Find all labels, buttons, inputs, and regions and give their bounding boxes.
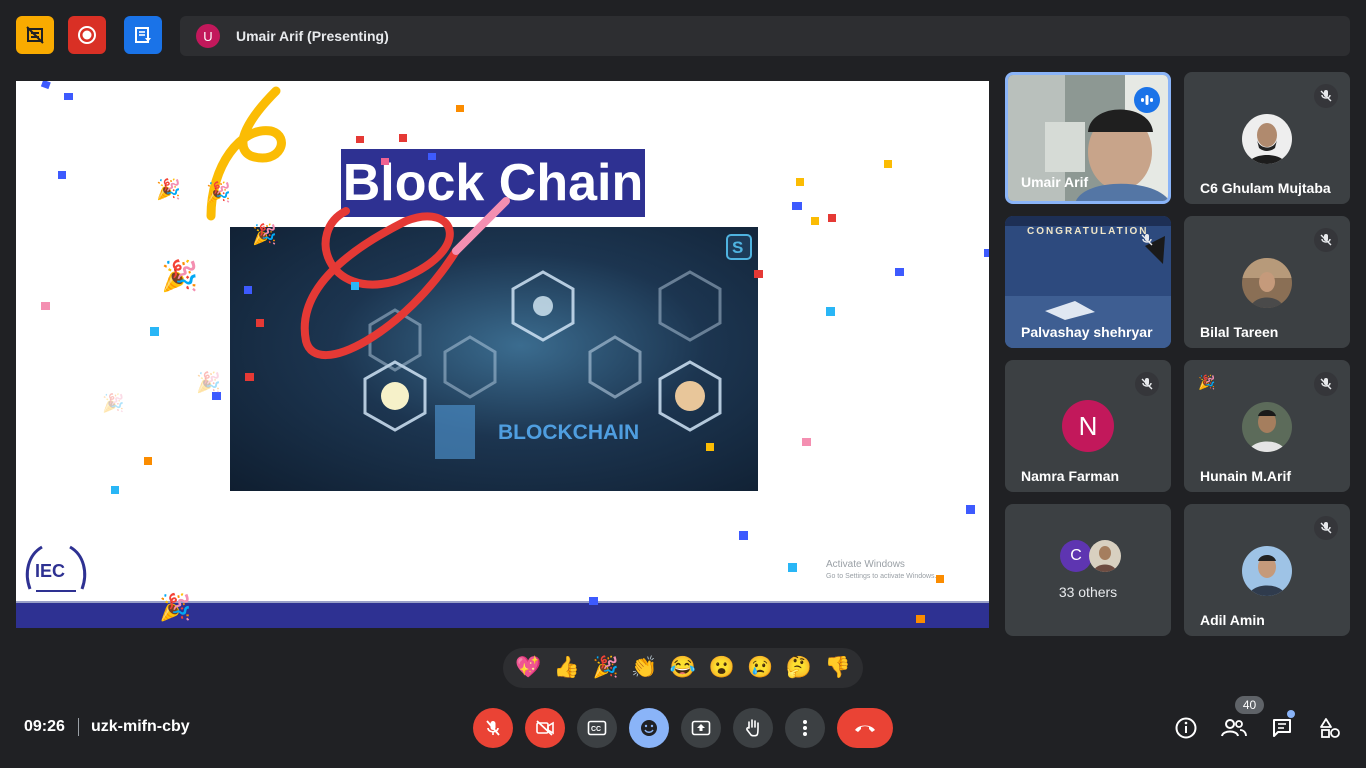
participant-name: Bilal Tareen bbox=[1200, 324, 1279, 340]
reaction-joy[interactable]: 😂 bbox=[670, 656, 696, 680]
participant-tile-adil-amin[interactable]: Adil Amin bbox=[1184, 504, 1350, 636]
mic-off-icon bbox=[1135, 228, 1159, 252]
avatar bbox=[1242, 258, 1292, 308]
divider bbox=[78, 718, 79, 736]
participant-tile-ghulam-mujtaba[interactable]: C6 Ghulam Mujtaba bbox=[1184, 72, 1350, 204]
avatar: C bbox=[1060, 540, 1092, 572]
activities-button[interactable] bbox=[1317, 715, 1343, 741]
reaction-thumbs-up[interactable]: 👍 bbox=[554, 656, 580, 680]
presenting-label: Umair Arif (Presenting) bbox=[236, 28, 389, 44]
microphone-toggle-button[interactable] bbox=[473, 708, 513, 748]
reaction-party-popper[interactable]: 🎉 bbox=[593, 656, 619, 680]
shared-screen: Block Chain BLOCKCHAIN S IEC Activate Wi… bbox=[16, 81, 989, 628]
people-icon bbox=[1221, 719, 1247, 737]
svg-text:CC: CC bbox=[591, 726, 601, 733]
participant-tile-hunain-arif[interactable]: 🎉 Hunain M.Arif bbox=[1184, 360, 1350, 492]
svg-text:🎉: 🎉 bbox=[206, 180, 231, 204]
participant-name: Hunain M.Arif bbox=[1200, 468, 1291, 484]
avatar bbox=[1242, 114, 1292, 164]
whiteboard-icon[interactable] bbox=[124, 16, 162, 54]
camera-toggle-button[interactable] bbox=[525, 708, 565, 748]
svg-text:🎉: 🎉 bbox=[159, 592, 191, 623]
record-icon[interactable] bbox=[68, 16, 106, 54]
info-icon bbox=[1175, 717, 1197, 739]
others-count-label: 33 others bbox=[1058, 584, 1118, 600]
captions-button[interactable]: CC bbox=[577, 708, 617, 748]
present-icon bbox=[691, 720, 711, 736]
participant-tile-umair-arif[interactable]: Umair Arif bbox=[1005, 72, 1171, 204]
participant-name: Namra Farman bbox=[1021, 468, 1120, 484]
chat-notification-dot bbox=[1287, 710, 1295, 718]
video-banner-text: CONGRATULATION bbox=[1027, 226, 1149, 237]
reaction-clapping[interactable]: 👏 bbox=[631, 656, 657, 680]
chat-button[interactable] bbox=[1269, 715, 1295, 741]
emoji-icon bbox=[641, 720, 657, 736]
presenter-avatar: U bbox=[196, 24, 220, 48]
present-screen-button[interactable] bbox=[681, 708, 721, 748]
participant-name: Adil Amin bbox=[1200, 612, 1265, 628]
layout-off-icon[interactable] bbox=[16, 16, 54, 54]
reaction-surprised[interactable]: 😮 bbox=[709, 656, 735, 680]
avatar bbox=[1242, 402, 1292, 452]
meeting-time: 09:26 bbox=[24, 718, 65, 735]
raise-hand-button[interactable] bbox=[733, 708, 773, 748]
hand-icon bbox=[746, 719, 759, 737]
meeting-details-button[interactable] bbox=[1173, 715, 1199, 741]
mic-off-icon bbox=[486, 720, 500, 736]
more-vert-icon bbox=[803, 720, 807, 736]
mic-off-icon bbox=[1314, 516, 1338, 540]
reaction-thumbs-down[interactable]: 👎 bbox=[825, 656, 851, 680]
party-popper-icon: 🎉 bbox=[1198, 374, 1216, 390]
svg-text:🎉: 🎉 bbox=[102, 392, 124, 414]
mic-off-icon bbox=[1314, 372, 1338, 396]
camera-off-icon bbox=[536, 720, 554, 736]
leave-call-button[interactable] bbox=[837, 708, 893, 748]
mic-off-icon bbox=[1314, 228, 1338, 252]
more-options-button[interactable] bbox=[785, 708, 825, 748]
meet-window: U Umair Arif (Presenting) Block Chain BL… bbox=[0, 0, 1366, 768]
confetti-decoration: 🎉 🎉 🎉 🎉 🎉 🎉 🎉 bbox=[40, 81, 989, 623]
reaction-sparkling-heart[interactable]: 💖 bbox=[515, 656, 541, 680]
meeting-code: uzk-mifn-cby bbox=[91, 718, 190, 735]
reactions-bar: 💖 👍 🎉 👏 😂 😮 😢 🤔 👎 bbox=[503, 648, 863, 688]
shapes-icon bbox=[1320, 718, 1340, 738]
participant-tile-namra-farman[interactable]: N Namra Farman bbox=[1005, 360, 1171, 492]
svg-text:🎉: 🎉 bbox=[196, 370, 221, 394]
participant-name: Umair Arif bbox=[1021, 174, 1089, 190]
captions-icon: CC bbox=[587, 720, 607, 736]
participant-tile-others[interactable]: C 33 others bbox=[1005, 504, 1171, 636]
svg-text:🎉: 🎉 bbox=[252, 222, 277, 246]
participant-tile-bilal-tareen[interactable]: Bilal Tareen bbox=[1184, 216, 1350, 348]
mic-off-icon bbox=[1135, 372, 1159, 396]
participant-count-badge: 40 bbox=[1235, 696, 1264, 714]
participant-name: C6 Ghulam Mujtaba bbox=[1200, 180, 1331, 196]
speaking-indicator-icon bbox=[1134, 87, 1160, 113]
reactions-button[interactable] bbox=[629, 708, 669, 748]
participant-name: Palvashay shehryar bbox=[1021, 324, 1153, 340]
avatar bbox=[1242, 546, 1292, 596]
svg-text:🎉: 🎉 bbox=[156, 177, 181, 201]
avatar: N bbox=[1062, 400, 1114, 452]
reaction-thinking[interactable]: 🤔 bbox=[786, 656, 812, 680]
presenting-banner: U Umair Arif (Presenting) bbox=[180, 16, 1350, 56]
call-end-icon bbox=[855, 725, 875, 732]
avatar bbox=[1089, 540, 1121, 572]
reaction-crying[interactable]: 😢 bbox=[747, 656, 773, 680]
participant-tile-palvashay-shehryar[interactable]: CONGRATULATION Palvashay shehryar bbox=[1005, 216, 1171, 348]
mic-off-icon bbox=[1314, 84, 1338, 108]
svg-text:🎉: 🎉 bbox=[161, 258, 198, 294]
people-button[interactable] bbox=[1221, 715, 1247, 741]
chat-icon bbox=[1273, 719, 1291, 737]
